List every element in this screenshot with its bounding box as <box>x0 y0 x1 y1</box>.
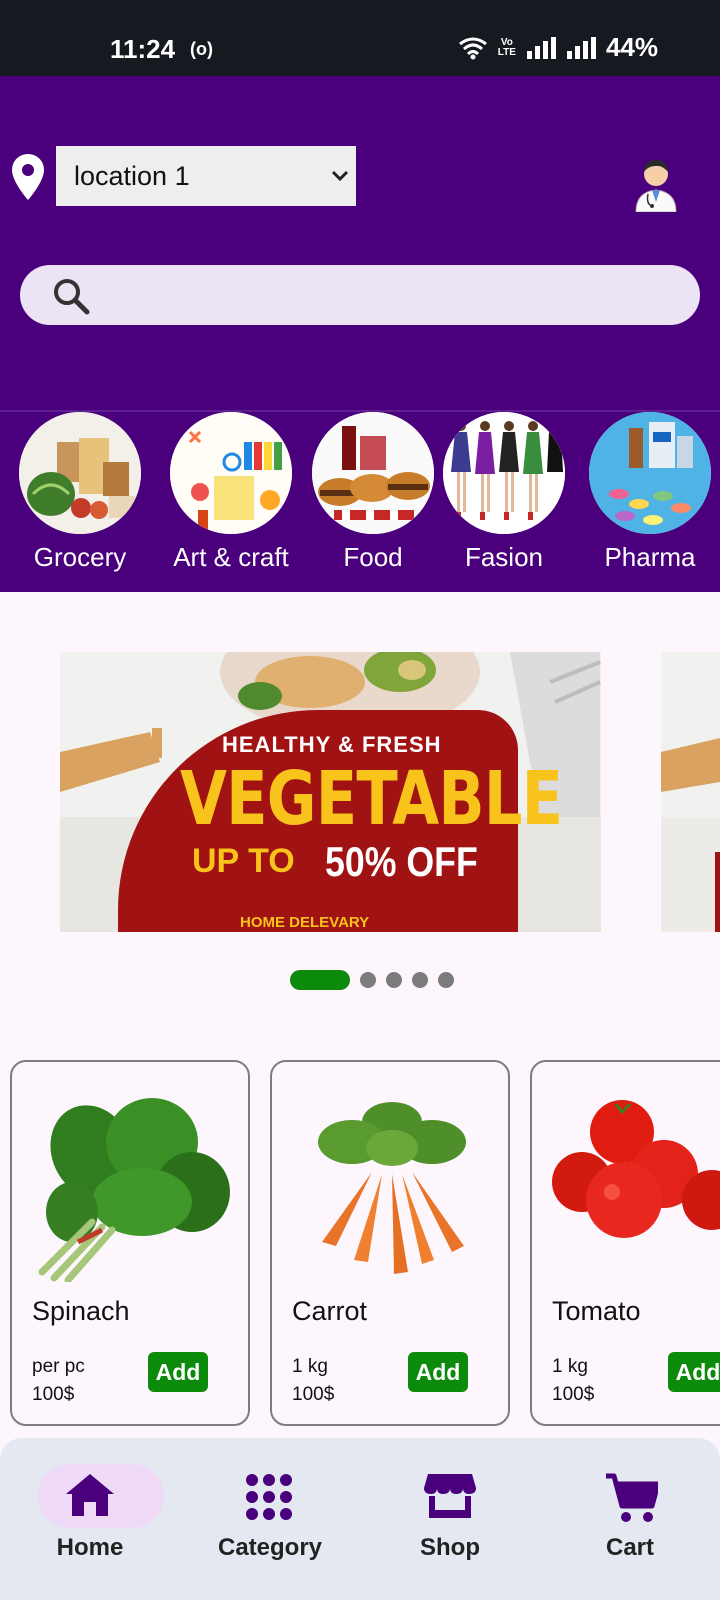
location-selected-value: location 1 <box>74 160 190 191</box>
product-unit: 1 kg <box>552 1356 588 1377</box>
category-label: Art & craft <box>173 542 289 572</box>
status-time: 11:24 <box>110 34 176 64</box>
nav-label: Home <box>56 1534 124 1561</box>
promo-banner[interactable]: HEALTHY & FRESH VEGETABLE UP TO 50% OFF … <box>60 652 601 932</box>
grocery-icon <box>19 412 141 534</box>
category-grocery[interactable]: Grocery <box>16 412 144 573</box>
status-icons: Vo LTE 44% <box>458 32 658 63</box>
wifi-icon <box>458 37 487 59</box>
product-name: Carrot <box>292 1296 368 1326</box>
promo-banner-next[interactable] <box>661 652 720 932</box>
carousel-dot-active[interactable] <box>290 970 350 990</box>
add-to-cart-button[interactable]: Add <box>148 1352 208 1392</box>
search-input[interactable] <box>20 265 700 325</box>
nav-label: Category <box>217 1534 323 1561</box>
carousel-dot[interactable] <box>412 972 428 988</box>
bottom-navigation: Home Category Shop Cart <box>0 1438 720 1600</box>
banner-discount: 50% OFF <box>325 838 478 885</box>
product-unit: 1 kg <box>292 1356 328 1377</box>
product-unit: per pc <box>32 1356 85 1377</box>
home-icon <box>66 1474 114 1516</box>
shop-icon <box>424 1474 476 1518</box>
carousel-dot[interactable] <box>438 972 454 988</box>
category-label: Grocery <box>33 542 127 572</box>
search-icon <box>54 279 90 315</box>
category-label: Pharma <box>604 542 696 572</box>
banner-upto: UP TO <box>192 842 295 880</box>
battery-level: 44% <box>605 32 658 62</box>
product-card-carrot[interactable]: Carrot 1 kg 100$ Add <box>270 1060 510 1426</box>
category-label: Fasion <box>464 542 544 572</box>
product-card-tomato[interactable]: Tomato 1 kg 100$ Add <box>530 1060 720 1426</box>
nav-label: Shop <box>420 1534 480 1561</box>
category-strip: Grocery Art & craft Food Fasion Pharma <box>0 410 720 592</box>
spinach-image <box>38 1098 230 1282</box>
category-art-craft[interactable]: Art & craft <box>152 412 310 573</box>
nav-label: Cart <box>605 1534 654 1561</box>
location-select[interactable]: location 1 <box>56 146 356 206</box>
nav-shop[interactable]: Shop <box>370 1438 530 1600</box>
nav-home[interactable]: Home <box>10 1438 170 1600</box>
status-bar: 11:24 (o) Vo LTE 44% <box>0 0 720 76</box>
signal-icon <box>526 36 556 59</box>
signal-icon-2 <box>566 36 596 59</box>
location-pin-icon <box>12 154 44 200</box>
category-label: Food <box>343 542 403 572</box>
product-price: 100$ <box>32 1384 75 1405</box>
carousel-indicator <box>290 970 454 990</box>
carrot-image <box>318 1102 466 1274</box>
cart-icon <box>606 1473 658 1522</box>
volte-indicator: Vo LTE <box>497 36 516 58</box>
banner-footer: HOME DELEVARY <box>240 914 370 931</box>
pharma-icon <box>589 412 711 534</box>
tomato-image <box>552 1100 720 1238</box>
product-price: 100$ <box>292 1384 335 1405</box>
banner-title: VEGETABLE <box>180 756 563 842</box>
nav-cart[interactable]: Cart <box>550 1438 710 1600</box>
category-food[interactable]: Food <box>310 412 436 573</box>
grid-icon <box>246 1474 292 1520</box>
carousel-dot[interactable] <box>386 972 402 988</box>
app-header: location 1 <box>0 76 720 410</box>
category-pharma[interactable]: Pharma <box>580 412 720 573</box>
product-list: Spinach per pc 100$ Add Carrot 1 kg 100$… <box>0 1060 720 1428</box>
hotspot-icon: (o) <box>190 39 213 59</box>
nav-category[interactable]: Category <box>190 1438 350 1600</box>
carousel-dot[interactable] <box>360 972 376 988</box>
add-to-cart-button[interactable]: Add <box>408 1352 468 1392</box>
chevron-down-icon <box>331 170 349 182</box>
banner-subtitle: HEALTHY & FRESH <box>222 732 442 757</box>
product-price: 100$ <box>552 1384 595 1405</box>
product-name: Spinach <box>32 1296 130 1326</box>
product-name: Tomato <box>552 1296 641 1326</box>
food-icon <box>312 412 434 534</box>
art-icon <box>170 412 292 534</box>
category-fashion[interactable]: Fasion <box>440 412 568 573</box>
add-to-cart-button[interactable]: Add <box>668 1352 720 1392</box>
product-card-spinach[interactable]: Spinach per pc 100$ Add <box>10 1060 250 1426</box>
doctor-avatar-icon[interactable] <box>632 156 680 212</box>
fashion-icon <box>443 412 565 534</box>
